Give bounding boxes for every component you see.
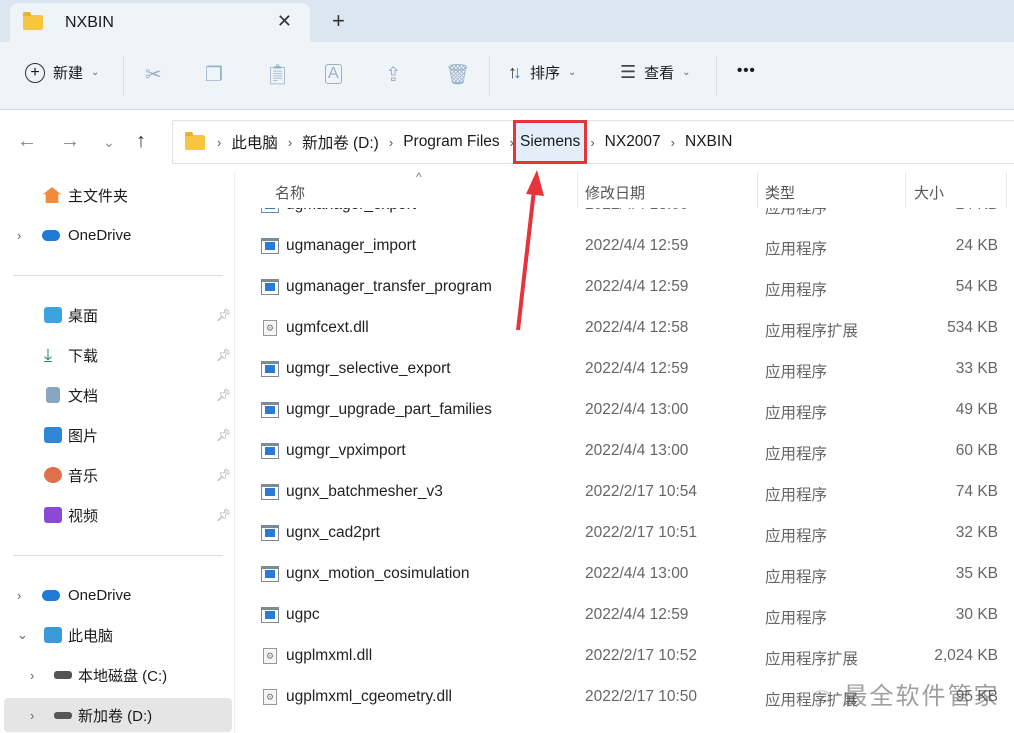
red-arrow-shaft	[516, 189, 536, 331]
watermark-text: 最全软件管家	[843, 683, 1000, 710]
red-arrow-head	[526, 170, 544, 196]
watermark: 💬︎ 最全软件管家	[810, 676, 1000, 711]
annotation-overlay	[516, 170, 544, 331]
wechat-icon: 💬︎	[810, 688, 835, 708]
